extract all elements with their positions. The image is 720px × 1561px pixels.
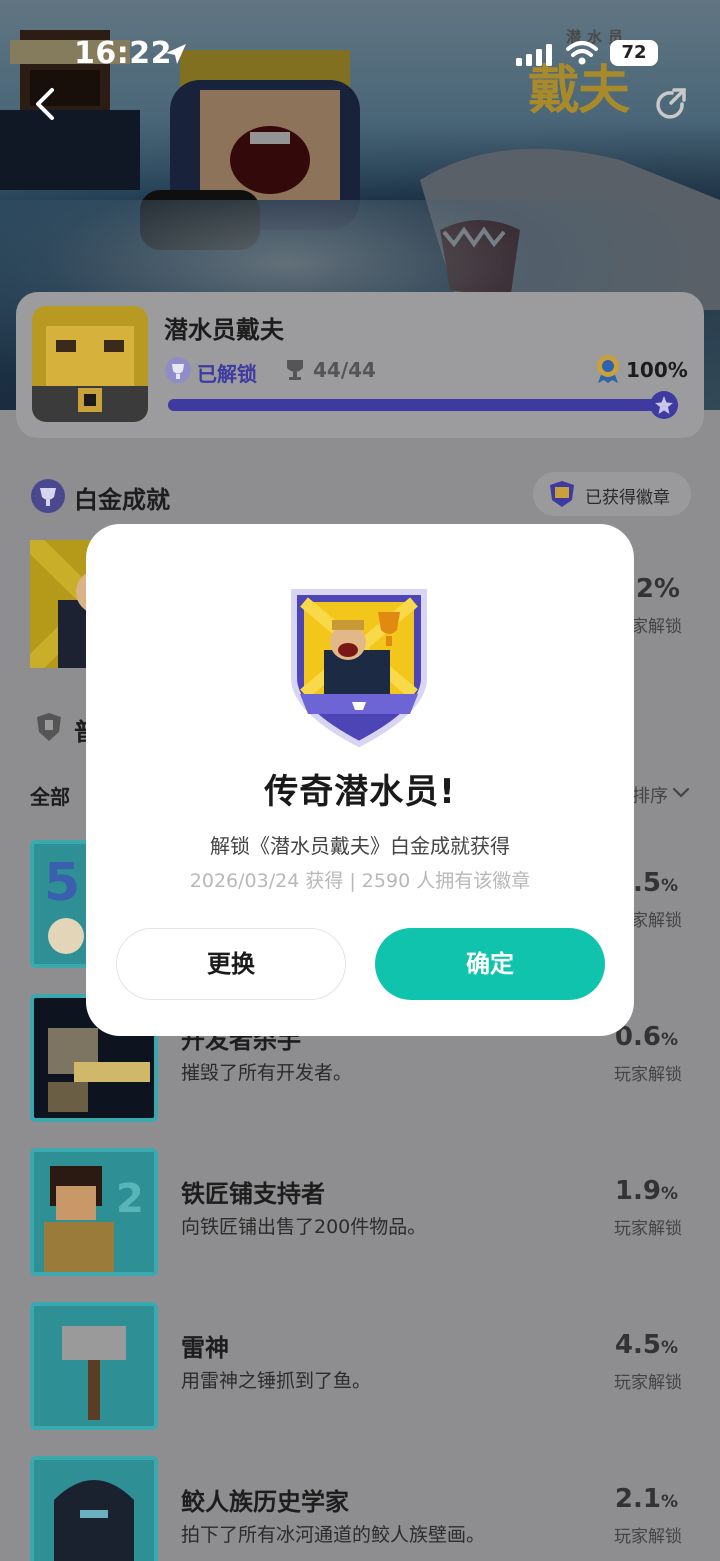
earned-badge-label: 已获得徽章: [585, 488, 670, 508]
common-trophy-icon: [37, 713, 61, 741]
achievement-percent: 0.6%: [615, 1022, 678, 1052]
list-item[interactable]: 2 铁匠铺支持者 向铁匠铺出售了200件物品。 1.9% 玩家解锁: [0, 1148, 720, 1278]
legendary-diver-badge-icon: [291, 589, 427, 748]
achievement-unlock-caption: 玩家解锁: [614, 1373, 682, 1393]
dialog-title: 传奇潜水员!: [264, 772, 456, 812]
percent-unit: %: [660, 1184, 678, 1204]
game-thumbnail-image: [32, 306, 148, 422]
chevron-down-icon[interactable]: [672, 786, 690, 800]
platinum-section-title: 白金成就: [74, 486, 170, 514]
achievement-description: 拍下了所有冰河通道的鲛人族壁画。: [181, 1524, 486, 1546]
achievement-image: [30, 1456, 158, 1561]
achievement-percent: 1.9%: [615, 1176, 678, 1206]
badge-shield-icon: [550, 481, 574, 507]
achievement-percent-value: .5: [632, 868, 661, 898]
game-title: 潜水员戴夫: [164, 316, 284, 344]
list-item[interactable]: 鲛人族历史学家 拍下了所有冰河通道的鲛人族壁画。 2.1% 玩家解锁: [0, 1456, 720, 1561]
achievement-percent: 4.5%: [615, 1330, 678, 1360]
achievement-image: 2: [30, 1148, 158, 1276]
achievement-name: 鲛人族历史学家: [181, 1488, 349, 1516]
achievement-name: 铁匠铺支持者: [181, 1180, 325, 1208]
badge-unlock-dialog: 传奇潜水员! 解锁《潜水员戴夫》白金成就获得 2026/03/24 获得 | 2…: [86, 524, 634, 1036]
status-bar: 16:22 72: [0, 0, 720, 100]
progress-end-icon: [650, 391, 678, 419]
percent-unit: %: [660, 1338, 678, 1358]
achievement-description: 向铁匠铺出售了200件物品。: [181, 1216, 427, 1238]
sort-dropdown[interactable]: 排序: [632, 782, 668, 808]
percent-unit: %: [660, 876, 678, 896]
achievement-percent-value: 4.5: [614, 1330, 661, 1360]
achievement-image: [30, 1302, 158, 1430]
achievement-unlock-caption: 玩家解锁: [614, 1065, 682, 1085]
trophy-icon: [287, 360, 303, 380]
platinum-icon: [31, 479, 65, 513]
unlocked-label: 已解锁: [197, 362, 257, 386]
share-icon[interactable]: [652, 86, 690, 124]
achievement-percent: .5%: [633, 868, 678, 898]
achievement-description: 用雷神之锤抓到了鱼。: [181, 1370, 372, 1392]
completion-progress-bar: [168, 399, 678, 411]
dialog-description: 解锁《潜水员戴夫》白金成就获得: [210, 834, 510, 858]
location-arrow-icon: [166, 44, 186, 64]
completion-percent: 100%: [626, 358, 688, 382]
back-chevron-icon[interactable]: [28, 84, 62, 124]
platinum-unlock-percent: .2%: [625, 574, 680, 604]
percent-unit: %: [660, 1030, 678, 1050]
svg-text:5: 5: [44, 853, 80, 913]
confirm-button[interactable]: 确定: [375, 928, 605, 1000]
achievement-name: 雷神: [181, 1334, 229, 1362]
change-button[interactable]: 更换: [116, 928, 346, 1000]
achievement-percent: 2.1%: [615, 1484, 678, 1514]
completion-progress-fill: [168, 399, 678, 411]
percent-unit: %: [660, 1492, 678, 1512]
completion-medal-icon: [597, 355, 619, 383]
filter-all-tab[interactable]: 全部: [30, 781, 70, 810]
list-item[interactable]: 雷神 用雷神之锤抓到了鱼。 4.5% 玩家解锁: [0, 1302, 720, 1432]
platinum-trophy-icon: [165, 357, 191, 383]
platinum-unlock-caption: 家解锁: [631, 617, 682, 637]
cellular-signal-icon: [516, 44, 552, 66]
game-summary-card[interactable]: 潜水员戴夫 已解锁 44/44 100%: [16, 292, 704, 438]
dialog-meta: 2026/03/24 获得 | 2590 人拥有该徽章: [189, 870, 531, 892]
achievement-count: 44/44: [313, 358, 376, 382]
achievement-percent-value: 1.9: [614, 1176, 661, 1206]
wifi-icon: [566, 41, 598, 65]
battery-indicator: 72: [610, 40, 658, 66]
achievement-percent-value: 2.1: [614, 1484, 661, 1514]
status-time: 16:22: [74, 36, 172, 71]
achievement-description: 摧毁了所有开发者。: [181, 1062, 353, 1084]
svg-text:2: 2: [116, 1176, 144, 1222]
achievement-unlock-caption: 家解锁: [631, 911, 682, 931]
achievement-unlock-caption: 玩家解锁: [614, 1219, 682, 1239]
earned-badge-button[interactable]: 已获得徽章: [533, 472, 691, 516]
achievement-unlock-caption: 玩家解锁: [614, 1527, 682, 1547]
